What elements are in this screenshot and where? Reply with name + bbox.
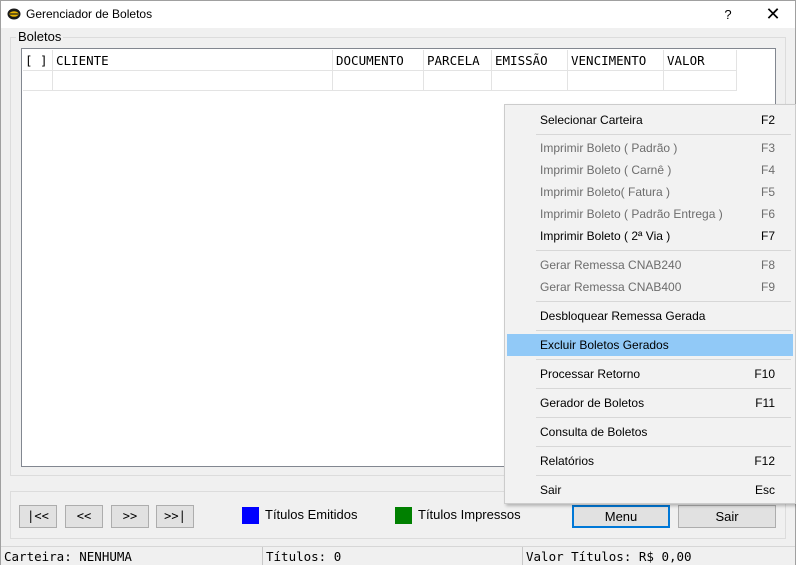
menu-item-shortcut: F5 [760, 185, 775, 199]
menu-item-label: Consulta de Boletos [540, 425, 648, 439]
status-titulos: Títulos: 0 [263, 547, 523, 565]
menu-item-label: Selecionar Carteira [540, 113, 643, 127]
menu-separator [536, 388, 791, 389]
menu-item-label: Sair [540, 483, 562, 497]
menu-separator [536, 330, 791, 331]
menu-item-shortcut: F7 [760, 229, 775, 243]
menu-item-shortcut: F11 [755, 396, 775, 410]
legend-impressos-swatch [395, 507, 412, 524]
status-carteira: Carteira: NENHUMA [1, 547, 263, 565]
column-header-documento[interactable]: DOCUMENTO [333, 50, 424, 71]
table-cell[interactable] [492, 71, 568, 91]
menu-item-shortcut: F2 [760, 113, 775, 127]
close-icon[interactable]: ✕ [751, 1, 795, 28]
legend-emitidos-swatch [242, 507, 259, 524]
last-record-button[interactable]: >>| [156, 505, 194, 528]
menu-item-label: Excluir Boletos Gerados [540, 338, 669, 352]
menu-item-label: Relatórios [540, 454, 595, 468]
legend-emitidos-label: Títulos Emitidos [265, 507, 358, 522]
menu-item-shortcut: F3 [760, 141, 775, 155]
menu-item-imprimir-fatura[interactable]: Imprimir Boleto( Fatura ) F5 [507, 181, 793, 203]
menu-item-relatorios[interactable]: Relatórios F12 [507, 450, 793, 472]
menu-button[interactable]: Menu [572, 505, 670, 528]
menu-item-selecionar-carteira[interactable]: Selecionar Carteira F2 [507, 109, 793, 131]
menu-item-remessa-cnab240[interactable]: Gerar Remessa CNAB240 F8 [507, 254, 793, 276]
sair-button[interactable]: Sair [678, 505, 776, 528]
menu-item-consulta-boletos[interactable]: Consulta de Boletos [507, 421, 793, 443]
menu-item-desbloquear-remessa[interactable]: Desbloquear Remessa Gerada [507, 305, 793, 327]
window-title: Gerenciador de Boletos [26, 7, 153, 21]
column-header-parcela[interactable]: PARCELA [424, 50, 492, 71]
menu-item-shortcut: F12 [754, 454, 775, 468]
menu-separator [536, 134, 791, 135]
menu-item-excluir-boletos[interactable]: Excluir Boletos Gerados [507, 334, 793, 356]
menu-item-label: Imprimir Boleto ( Padrão ) [540, 141, 678, 155]
menu-item-label: Gerar Remessa CNAB400 [540, 280, 682, 294]
menu-item-processar-retorno[interactable]: Processar Retorno F10 [507, 363, 793, 385]
table-cell[interactable] [53, 71, 333, 91]
menu-separator [536, 446, 791, 447]
menu-separator [536, 359, 791, 360]
menu-item-label: Desbloquear Remessa Gerada [540, 309, 706, 323]
menu-item-imprimir-2via[interactable]: Imprimir Boleto ( 2ª Via ) F7 [507, 225, 793, 247]
menu-item-shortcut: F6 [760, 207, 775, 221]
next-record-button[interactable]: >> [111, 505, 149, 528]
menu-separator [536, 301, 791, 302]
menu-separator [536, 250, 791, 251]
column-header-select[interactable]: [ ] [23, 50, 53, 71]
legend-impressos-label: Títulos Impressos [418, 507, 521, 522]
menu-item-shortcut: Esc [754, 483, 775, 497]
status-valor: Valor Títulos: R$ 0,00 [526, 549, 692, 564]
menu-item-label: Gerador de Boletos [540, 396, 645, 410]
menu-item-gerador-boletos[interactable]: Gerador de Boletos F11 [507, 392, 793, 414]
grid-header: [ ] CLIENTE DOCUMENTO PARCELA EMISSÃO VE… [23, 50, 737, 71]
first-record-button[interactable]: |<< [19, 505, 57, 528]
column-header-valor[interactable]: VALOR [664, 50, 737, 71]
menu-item-label: Imprimir Boleto ( 2ª Via ) [540, 229, 671, 243]
menu-item-imprimir-padrao[interactable]: Imprimir Boleto ( Padrão ) F3 [507, 137, 793, 159]
table-cell[interactable] [568, 71, 664, 91]
menu-item-shortcut: F10 [754, 367, 775, 381]
menu-item-remessa-cnab400[interactable]: Gerar Remessa CNAB400 F9 [507, 276, 793, 298]
menu-item-imprimir-carne[interactable]: Imprimir Boleto ( Carnê ) F4 [507, 159, 793, 181]
table-cell[interactable] [23, 71, 53, 91]
menu-item-shortcut: F8 [760, 258, 775, 272]
menu-item-sair[interactable]: Sair Esc [507, 479, 793, 501]
menu-item-shortcut: F4 [760, 163, 775, 177]
table-cell[interactable] [664, 71, 737, 91]
menu-separator [536, 475, 791, 476]
menu-item-label: Processar Retorno [540, 367, 641, 381]
menu-separator [536, 417, 791, 418]
help-button[interactable]: ? [713, 1, 743, 28]
group-title: Boletos [16, 29, 64, 44]
app-logo-icon [7, 8, 21, 20]
column-header-emissao[interactable]: EMISSÃO [492, 50, 568, 71]
menu-item-label: Imprimir Boleto( Fatura ) [540, 185, 671, 199]
menu-item-label: Imprimir Boleto ( Carnê ) [540, 163, 672, 177]
table-row[interactable] [23, 71, 737, 91]
menu-item-label: Gerar Remessa CNAB240 [540, 258, 682, 272]
column-header-vencimento[interactable]: VENCIMENTO [568, 50, 664, 71]
table-cell[interactable] [424, 71, 492, 91]
menu-item-shortcut: F9 [760, 280, 775, 294]
menu-item-imprimir-padrao-entrega[interactable]: Imprimir Boleto ( Padrão Entrega ) F6 [507, 203, 793, 225]
context-menu: Selecionar Carteira F2 Imprimir Boleto (… [504, 104, 796, 504]
status-bar: Carteira: NENHUMA Títulos: 0 Valor Títul… [1, 546, 795, 565]
menu-item-label: Imprimir Boleto ( Padrão Entrega ) [540, 207, 723, 221]
title-bar: Gerenciador de Boletos ? ✕ [1, 1, 795, 28]
column-header-cliente[interactable]: CLIENTE [53, 50, 333, 71]
previous-record-button[interactable]: << [65, 505, 103, 528]
table-cell[interactable] [333, 71, 424, 91]
